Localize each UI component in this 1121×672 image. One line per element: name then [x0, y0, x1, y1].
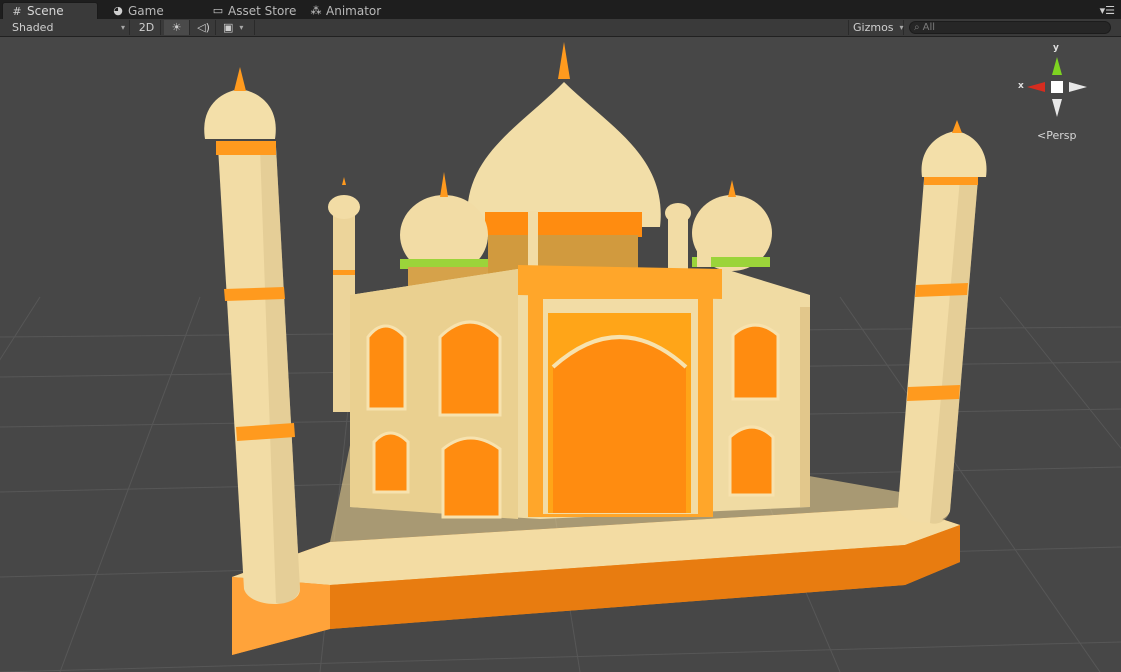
audio-speaker-icon: ◁)	[197, 21, 210, 34]
mode-2d-label: 2D	[138, 21, 155, 34]
axis-y-label: y	[1053, 43, 1059, 53]
chevron-down-icon: ▾	[239, 23, 244, 32]
projection-toggle[interactable]: <Persp	[1037, 129, 1076, 142]
center-cube[interactable]	[1051, 81, 1063, 93]
draw-mode-label: Shaded	[12, 21, 54, 34]
scene-toolbar: Shaded ▾ 2D ☀ ◁) ▣ ▾ Gizmos ▾ ⌕ All	[0, 19, 1121, 37]
taj-main-building	[350, 42, 810, 519]
mode-2d-toggle[interactable]: 2D	[133, 20, 161, 35]
projection-label: Persp	[1046, 129, 1077, 142]
hierarchy-search-field[interactable]: ⌕ All	[909, 21, 1111, 34]
minaret-back-right	[697, 217, 711, 267]
chevron-down-icon: ▾	[120, 23, 125, 32]
tab-menu-icon[interactable]: ▾☰	[1100, 4, 1115, 17]
axis-x-label: x	[1018, 81, 1024, 91]
x-axis-cone[interactable]	[1027, 82, 1045, 92]
neg-y-axis-cone[interactable]	[1052, 99, 1062, 117]
animator-icon: ⁂	[310, 4, 322, 17]
tab-animator[interactable]: ⁂ Animator	[302, 2, 391, 19]
tab-asset-store[interactable]: ▭ Asset Store	[204, 2, 306, 19]
tab-asset-store-label: Asset Store	[228, 3, 297, 18]
scene-effects-dropdown[interactable]: ▣ ▾	[219, 20, 255, 35]
window-tab-bar: # Scene ◕ Game ▭ Asset Store ⁂ Animator …	[0, 0, 1121, 20]
minaret-front-right	[898, 120, 987, 524]
gizmos-dropdown[interactable]: Gizmos ▾	[848, 20, 904, 35]
chevron-down-icon: ▾	[899, 23, 904, 32]
scene-lighting-toggle[interactable]: ☀	[164, 20, 190, 35]
tab-scene-label: Scene	[27, 4, 64, 18]
y-axis-cone[interactable]	[1052, 57, 1062, 75]
asset-store-icon: ▭	[212, 4, 224, 17]
scene-audio-toggle[interactable]: ◁)	[192, 20, 216, 35]
perspective-icon: <	[1037, 129, 1047, 142]
scene-orientation-gizmo[interactable]: y x <Persp	[1017, 43, 1097, 155]
scene-render	[0, 42, 1121, 672]
game-pacman-icon: ◕	[113, 4, 123, 17]
tab-game[interactable]: ◕ Game	[104, 2, 174, 19]
scene-viewport[interactable]: y x <Persp	[0, 37, 1121, 672]
tab-scene[interactable]: # Scene	[2, 2, 98, 19]
draw-mode-dropdown[interactable]: Shaded ▾	[8, 20, 130, 35]
sun-icon: ☀	[171, 21, 182, 34]
search-icon: ⌕	[914, 22, 920, 33]
tab-animator-label: Animator	[326, 3, 382, 18]
gizmos-label: Gizmos	[853, 21, 894, 34]
tab-game-label: Game	[128, 3, 164, 18]
scene-grid-icon: #	[12, 4, 22, 18]
neg-x-axis-cone[interactable]	[1069, 82, 1087, 92]
image-effects-icon: ▣	[223, 21, 234, 34]
search-placeholder: All	[922, 22, 936, 33]
